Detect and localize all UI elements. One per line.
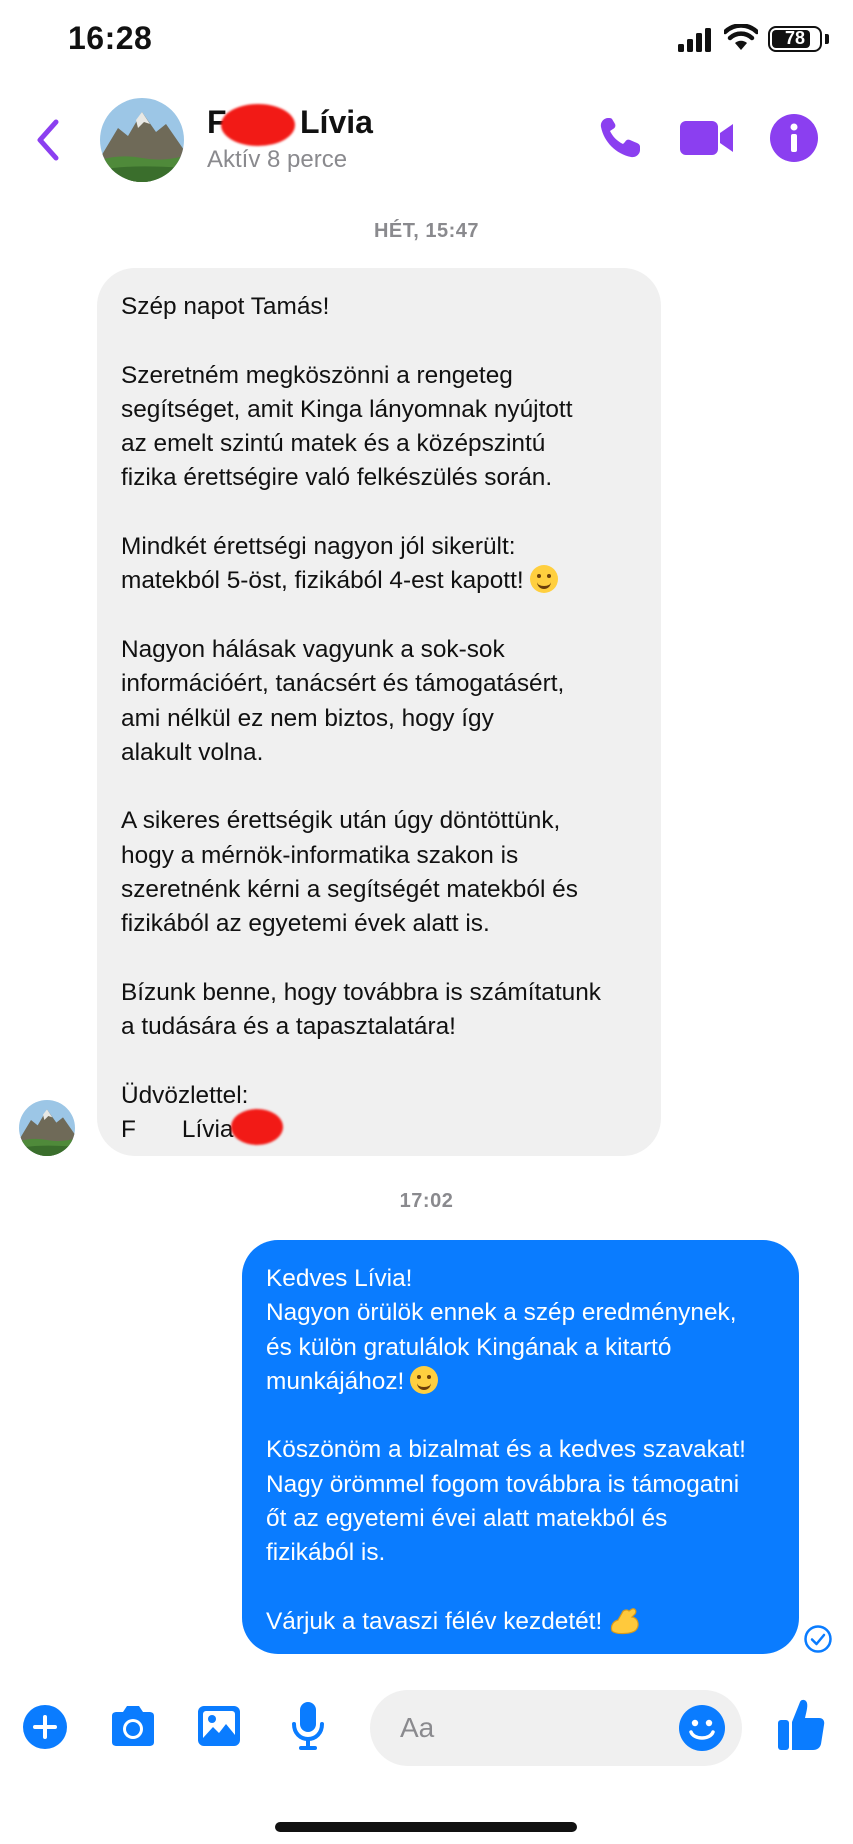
message-line: információért, tanácsért és támogatásért…: [121, 670, 565, 698]
message-text: Várjuk a tavaszi félév kezdetét!: [266, 1607, 603, 1635]
message-line: [266, 1399, 775, 1433]
image-icon[interactable]: [196, 1704, 242, 1748]
message-line: a tudására és a tapasztalatára!: [121, 1013, 456, 1041]
mountain-photo: [19, 1100, 75, 1156]
message-line: [121, 324, 637, 358]
signature-name: Lívia: [181, 1116, 234, 1144]
sender-avatar[interactable]: [19, 1100, 75, 1156]
message-line-with-emoji: Várjuk a tavaszi félév kezdetét!: [266, 1605, 775, 1639]
status-time: 16:28: [68, 20, 153, 56]
smiling-face-emoji-icon: [529, 565, 558, 594]
incoming-message-bubble[interactable]: Szép napot Tamás! Szeretném megköszönni …: [97, 268, 661, 1156]
info-icon[interactable]: [768, 112, 820, 164]
battery-icon: 78: [768, 26, 822, 52]
back-chevron-icon[interactable]: [32, 118, 64, 162]
video-camera-icon[interactable]: [678, 112, 736, 164]
message-line: őt az egyetemi évei alatt matekból és: [266, 1505, 668, 1533]
name-redaction: [221, 104, 295, 146]
plus-icon[interactable]: [22, 1704, 68, 1750]
message-line: Szeretném megköszönni a rengeteg: [121, 361, 513, 389]
battery-cap: [825, 34, 829, 44]
message-input-container[interactable]: [370, 1690, 742, 1766]
contact-avatar[interactable]: [100, 98, 184, 182]
message-line: fizikából az egyetemi évek alatt is.: [121, 910, 490, 938]
message-input[interactable]: [400, 1704, 660, 1752]
message-line: [266, 1571, 775, 1605]
message-line: [121, 599, 637, 633]
message-line: [121, 942, 637, 976]
message-line: fizikából is.: [266, 1539, 386, 1567]
message-line: Bízunk benne, hogy továbbra is számítatu…: [121, 978, 601, 1006]
microphone-icon[interactable]: [290, 1700, 326, 1752]
chat-header: F Lívia Aktív 8 perce: [0, 80, 853, 200]
emoji-icon[interactable]: [678, 1704, 726, 1752]
home-indicator[interactable]: [275, 1822, 577, 1832]
timestamp: HÉT, 15:47: [373, 220, 480, 242]
message-line-with-emoji: matekból 5-öst, fizikából 4-est kapott!: [121, 564, 637, 598]
mountain-photo: [100, 98, 184, 182]
message-line: [121, 1045, 637, 1079]
battery-level: 78: [784, 28, 806, 48]
message-line: Üdvözlettel:: [121, 1081, 249, 1109]
message-line: Nagyon örülök ennek a szép eredménynek,: [266, 1299, 737, 1327]
cellular-signal-icon: [678, 28, 711, 52]
camera-icon[interactable]: [108, 1704, 158, 1748]
message-text: matekból 5-öst, fizikából 4-est kapott!: [121, 567, 524, 595]
message-line: alakult volna.: [121, 738, 264, 766]
flexed-biceps-emoji-icon: [611, 1608, 639, 1635]
message-line: hogy a mérnök-informatika szakon is: [121, 841, 519, 869]
message-line: és külön gratulálok Kingának a kitartó: [266, 1333, 672, 1361]
message-line: segítséget, amit Kinga lányomnak nyújtot…: [121, 395, 573, 423]
signature-redaction: [231, 1109, 283, 1145]
smiling-face-emoji-icon: [410, 1365, 439, 1394]
contact-activity-status: Aktív 8 perce: [207, 146, 348, 173]
message-text: munkájához!: [266, 1367, 405, 1395]
message-line: [121, 770, 637, 804]
message-line: Mindkét érettségi nagyon jól sikerült:: [121, 533, 516, 561]
signature-line: F Lívia: [121, 1113, 637, 1147]
message-line: Szép napot Tamás!: [121, 293, 330, 320]
message-composer: [0, 1690, 853, 1790]
message-line-with-emoji: munkájához!: [266, 1365, 775, 1399]
read-check-icon: [804, 1625, 832, 1653]
message-line: Nagy örömmel fogom továbbra is támogatni: [266, 1470, 740, 1498]
message-line: ami nélkül ez nem biztos, hogy így: [121, 704, 494, 732]
outgoing-message-bubble[interactable]: Kedves Lívia! Nagyon örülök ennek a szép…: [242, 1240, 799, 1654]
phone-icon[interactable]: [594, 112, 646, 164]
status-bar: 16:28 78: [0, 0, 853, 80]
message-line: A sikeres érettségik után úgy döntöttünk…: [121, 807, 561, 835]
message-line: Nagyon hálásak vagyunk a sok-sok: [121, 635, 505, 663]
timestamp: 17:02: [399, 1190, 454, 1212]
signature-initial: F: [121, 1116, 136, 1144]
message-line: Kedves Lívia!: [266, 1265, 413, 1292]
message-line: az emelt szintú matek és a középszintú: [121, 430, 546, 458]
message-line: fizika érettségire való felkészülés sorá…: [121, 464, 553, 492]
message-line: Köszönöm a bizalmat és a kedves szavakat…: [266, 1436, 746, 1464]
message-line: [121, 496, 637, 530]
contact-name: Lívia: [300, 104, 373, 140]
message-line: szeretnénk kérni a segítségét matekból é…: [121, 876, 578, 904]
thumbs-up-icon[interactable]: [776, 1698, 826, 1752]
wifi-icon: [724, 24, 758, 50]
